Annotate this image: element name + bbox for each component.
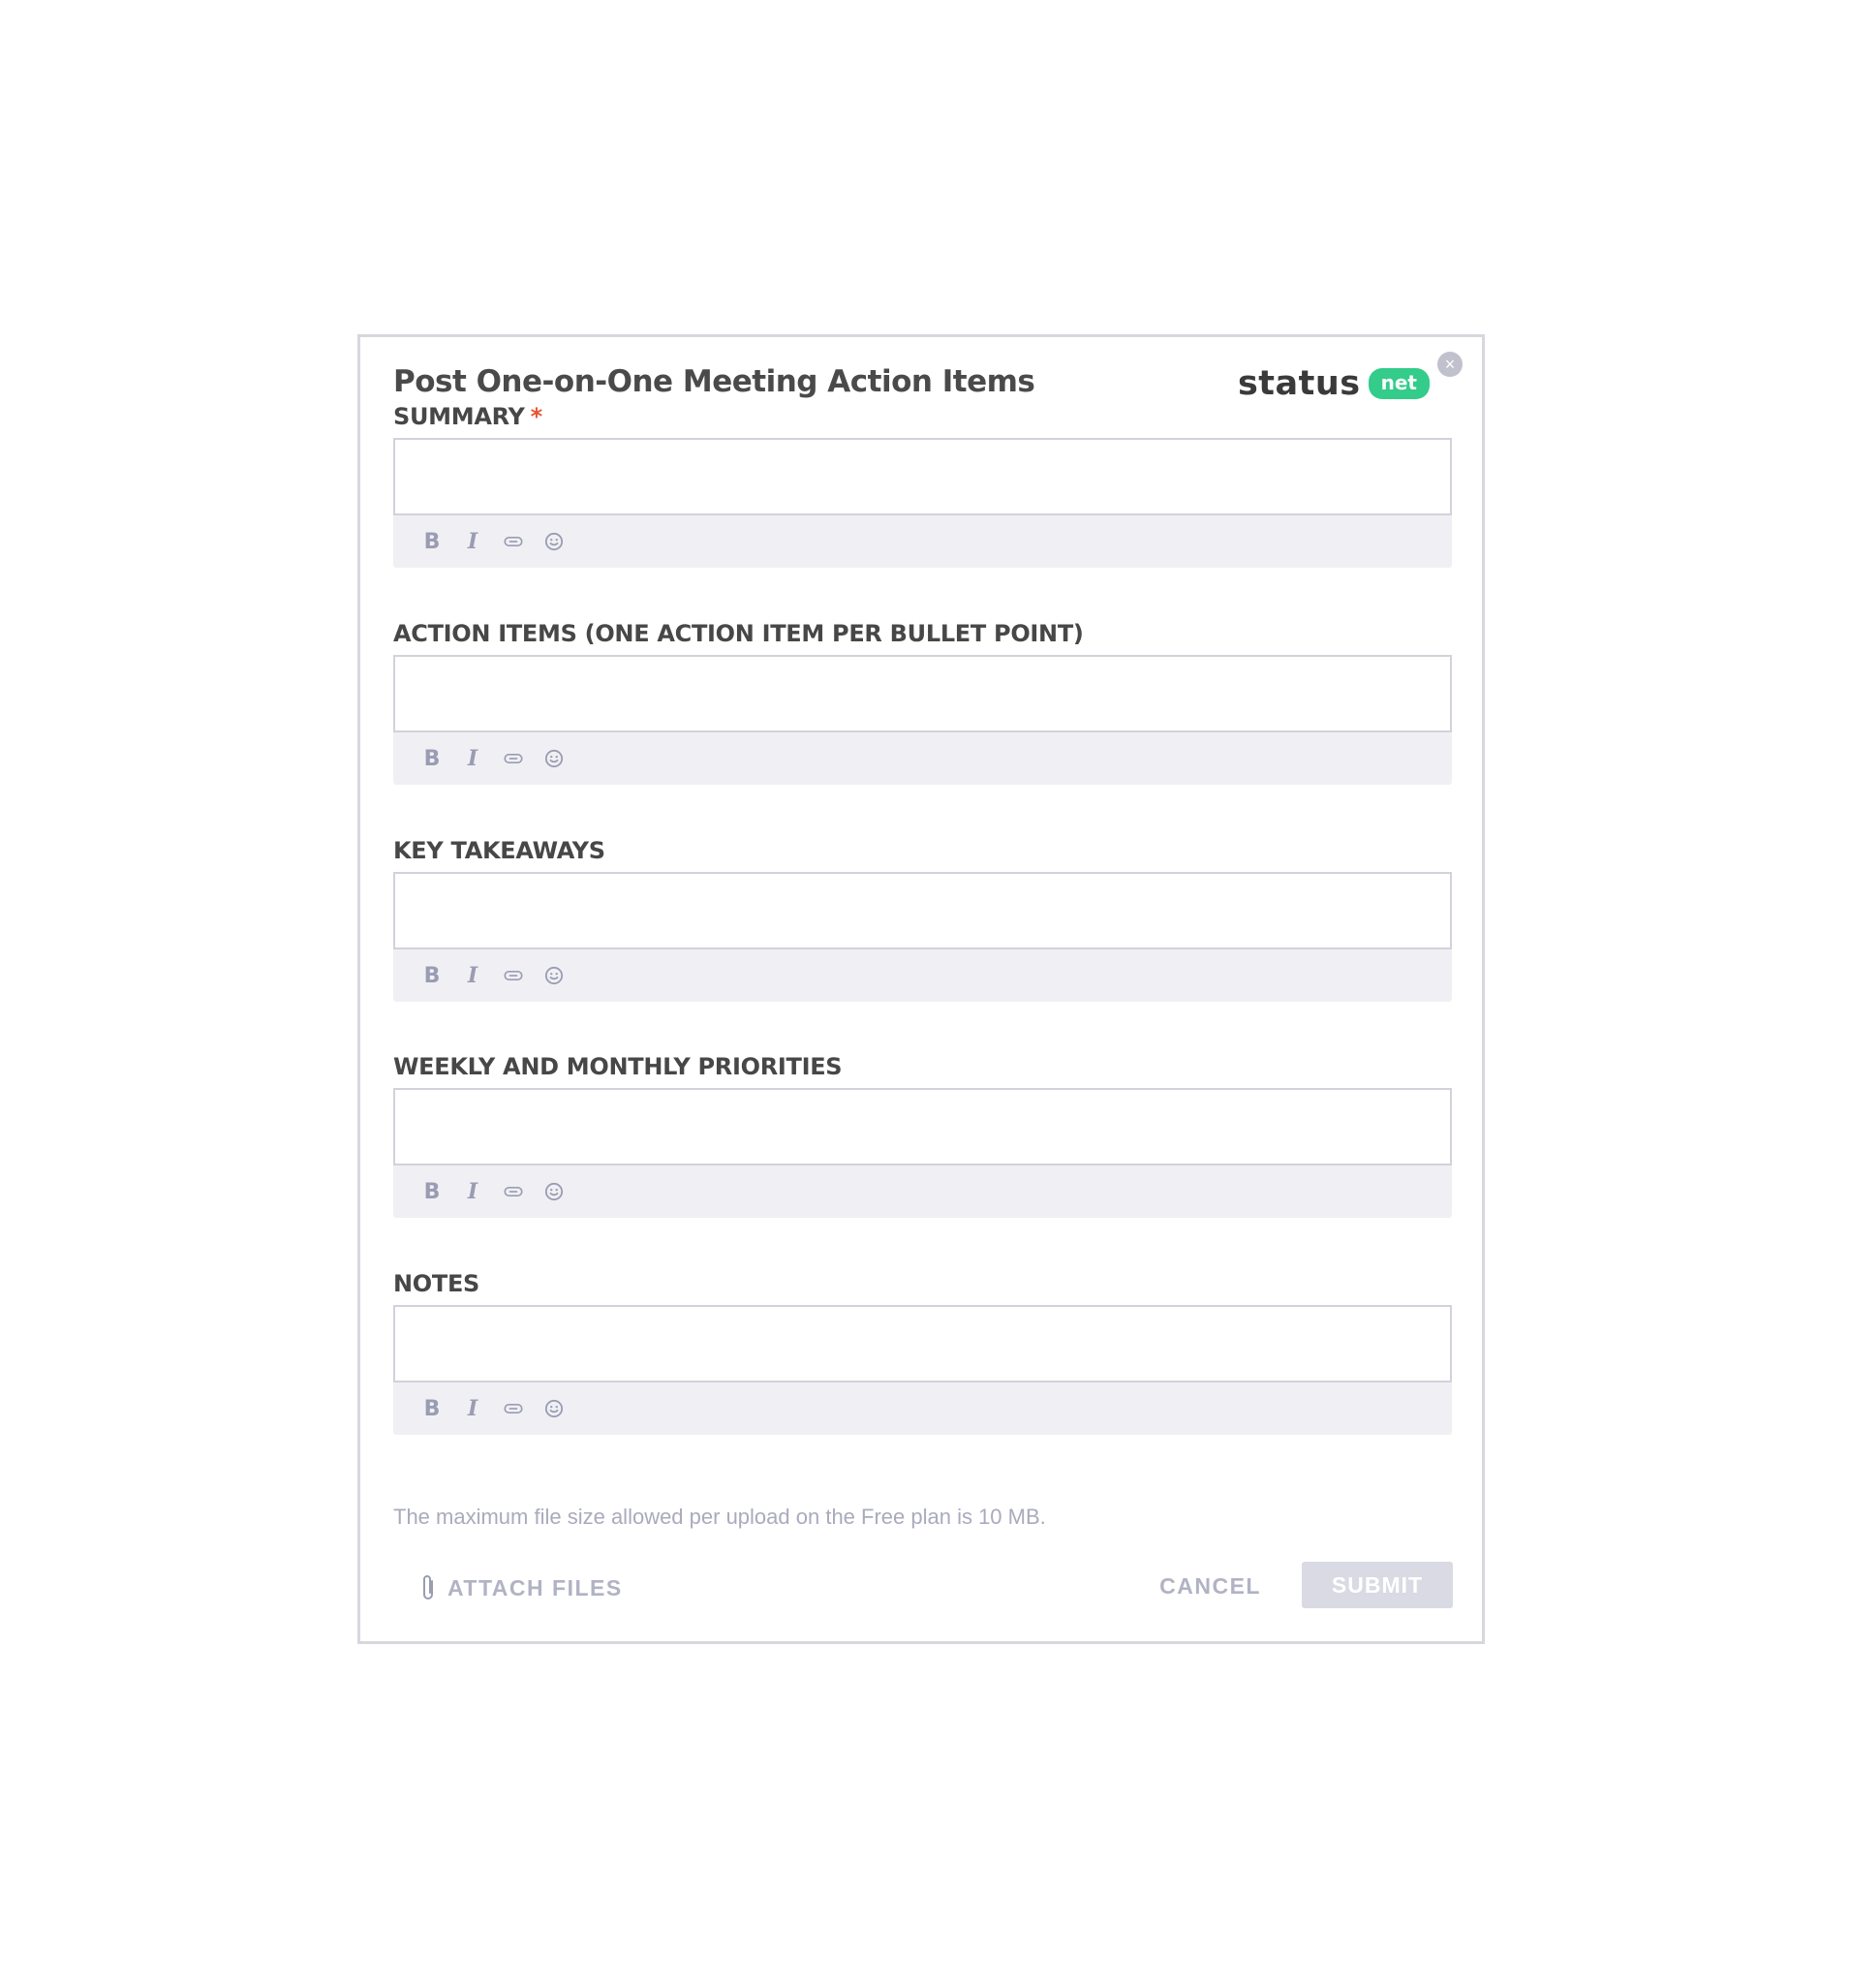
close-icon: × (1444, 355, 1456, 374)
attach-files-label: ATTACH FILES (447, 1574, 623, 1600)
formatting-toolbar: B I (393, 949, 1452, 1002)
field-label: ACTION ITEMS (ONE ACTION ITEM PER BULLET… (393, 620, 1452, 647)
required-asterisk: * (530, 403, 543, 430)
text-input[interactable] (393, 438, 1452, 515)
link-icon (504, 1187, 523, 1196)
emoji-icon (544, 1182, 564, 1201)
rich-text-editor: B I (393, 1305, 1452, 1435)
emoji-icon (544, 532, 564, 551)
submit-button[interactable]: SUBMIT (1302, 1562, 1453, 1608)
rich-text-editor: B I (393, 655, 1452, 785)
field-label-text: NOTES (393, 1270, 480, 1297)
upload-limit-note: The maximum file size allowed per upload… (393, 1505, 1046, 1529)
bold-button[interactable]: B (422, 964, 442, 988)
link-icon (504, 971, 523, 980)
field-label-text: WEEKLY AND MONTHLY PRIORITIES (393, 1053, 843, 1080)
emoji-icon (544, 749, 564, 768)
field-1: ACTION ITEMS (ONE ACTION ITEM PER BULLET… (393, 620, 1452, 785)
emoji-button[interactable] (544, 1181, 564, 1202)
emoji-icon (544, 1399, 564, 1418)
emoji-icon (544, 966, 564, 985)
bold-button[interactable]: B (422, 530, 442, 554)
italic-button[interactable]: I (463, 746, 482, 771)
link-icon (504, 537, 523, 546)
italic-button[interactable]: I (463, 1179, 482, 1204)
emoji-button[interactable] (544, 965, 564, 986)
italic-button[interactable]: I (463, 529, 482, 554)
rich-text-editor: B I (393, 1088, 1452, 1218)
field-4: NOTES B I (393, 1270, 1452, 1435)
rich-text-editor: B I (393, 438, 1452, 568)
field-label-text: ACTION ITEMS (ONE ACTION ITEM PER BULLET… (393, 620, 1084, 647)
attach-files-button[interactable]: ATTACH FILES (420, 1573, 623, 1602)
logo-text: status (1237, 364, 1361, 403)
text-input[interactable] (393, 655, 1452, 732)
logo-badge: net (1368, 368, 1430, 399)
text-input[interactable] (393, 872, 1452, 949)
field-label: SUMMARY * (393, 403, 1452, 430)
paperclip-icon (423, 1575, 433, 1600)
link-button[interactable] (504, 748, 523, 769)
italic-button[interactable]: I (463, 1396, 482, 1421)
form-title: Post One-on-One Meeting Action Items (393, 364, 1035, 399)
formatting-toolbar: B I (393, 1165, 1452, 1218)
bold-button[interactable]: B (422, 1397, 442, 1421)
emoji-button[interactable] (544, 748, 564, 769)
link-button[interactable] (504, 965, 523, 986)
field-2: KEY TAKEAWAYS B I (393, 837, 1452, 1002)
text-input[interactable] (393, 1088, 1452, 1165)
field-label: WEEKLY AND MONTHLY PRIORITIES (393, 1053, 1452, 1080)
formatting-toolbar: B I (393, 732, 1452, 785)
emoji-button[interactable] (544, 531, 564, 552)
formatting-toolbar: B I (393, 1382, 1452, 1435)
close-button[interactable]: × (1437, 352, 1463, 377)
field-label-text: KEY TAKEAWAYS (393, 837, 605, 864)
text-input[interactable] (393, 1305, 1452, 1382)
bold-button[interactable]: B (422, 1180, 442, 1204)
status-net-logo: status net (1238, 364, 1430, 403)
cancel-button[interactable]: CANCEL (1159, 1573, 1261, 1600)
formatting-toolbar: B I (393, 515, 1452, 568)
field-label-text: SUMMARY (393, 403, 525, 430)
form-modal: Post One-on-One Meeting Action Items sta… (357, 334, 1485, 1644)
field-3: WEEKLY AND MONTHLY PRIORITIES B I (393, 1053, 1452, 1218)
bold-button[interactable]: B (422, 747, 442, 771)
rich-text-editor: B I (393, 872, 1452, 1002)
link-button[interactable] (504, 1398, 523, 1419)
link-icon (504, 1404, 523, 1413)
italic-button[interactable]: I (463, 963, 482, 988)
link-button[interactable] (504, 531, 523, 552)
field-label: KEY TAKEAWAYS (393, 837, 1452, 864)
field-0: SUMMARY * B I (393, 403, 1452, 568)
link-button[interactable] (504, 1181, 523, 1202)
emoji-button[interactable] (544, 1398, 564, 1419)
link-icon (504, 754, 523, 763)
field-label: NOTES (393, 1270, 1452, 1297)
